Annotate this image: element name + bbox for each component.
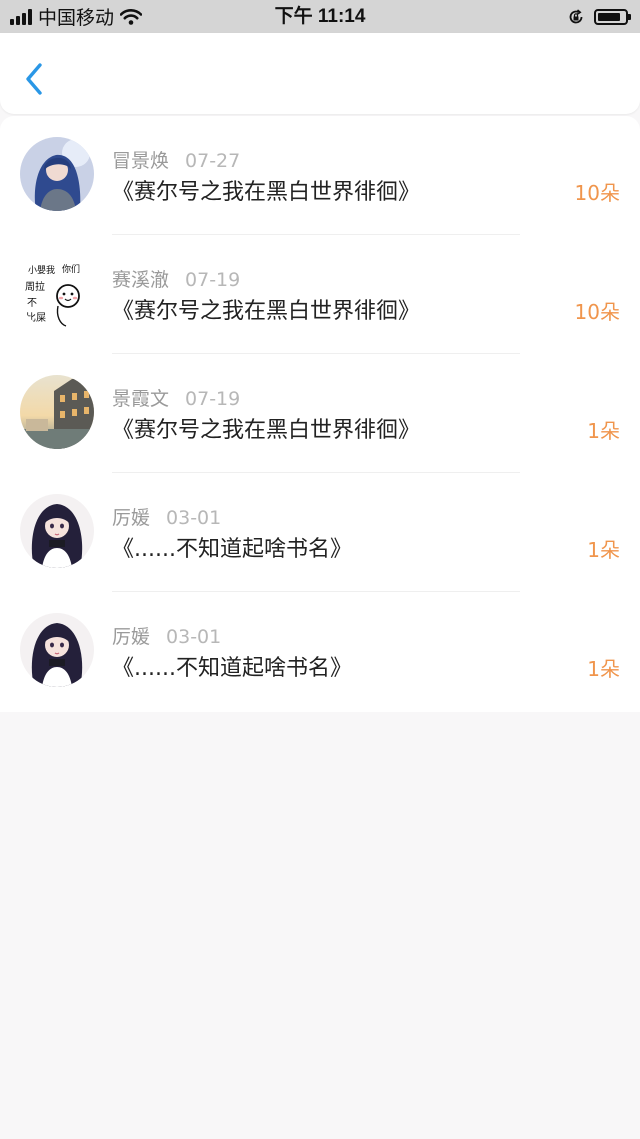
sender-name: 赛溪澈: [112, 269, 170, 291]
flower-amount: 1朵: [587, 419, 620, 443]
flower-amount: 10朵: [574, 181, 620, 205]
avatar-text-5: 比屎: [26, 312, 46, 324]
avatar-text-1: 小嬰我: [28, 265, 55, 276]
gift-date: 03-01: [166, 507, 222, 529]
avatar[interactable]: 小嬰我 你们 周拉 不 比屎: [20, 256, 94, 330]
status-bar: 中国移动 下午 11:14: [0, 0, 640, 33]
gift-date: 07-27: [185, 150, 241, 172]
avatar-text-2: 你们: [62, 263, 80, 275]
book-title: 《......不知道起啥书名》: [112, 537, 352, 562]
sender-meta: 赛溪澈 07-19: [112, 265, 240, 292]
avatar-text-3: 周拉: [25, 280, 45, 293]
orientation-lock-icon: [569, 8, 583, 23]
flower-amount: 1朵: [587, 657, 620, 681]
flower-amount: 1朵: [587, 538, 620, 562]
sender-meta: 冒景焕 07-27: [112, 146, 240, 173]
book-title: 《......不知道起啥书名》: [112, 656, 352, 681]
battery-icon: [594, 8, 631, 25]
list-item[interactable]: 厉媛 03-01 《......不知道起啥书名》 1朵: [0, 592, 640, 711]
sender-meta: 景霞文 07-19: [112, 384, 240, 411]
avatar[interactable]: [20, 613, 94, 687]
chevron-left-icon[interactable]: [18, 59, 54, 99]
list-item[interactable]: 冒景焕 07-27 《赛尔号之我在黑白世界徘徊》 10朵: [0, 116, 640, 235]
status-time: 下午 11:14: [274, 6, 366, 27]
flower-amount: 10朵: [574, 300, 620, 324]
book-title: 《赛尔号之我在黑白世界徘徊》: [112, 299, 421, 324]
list-item[interactable]: 小嬰我 你们 周拉 不 比屎 赛溪澈 07-19 《赛尔号之我在黑白世界徘徊》 1…: [0, 235, 640, 354]
sender-name: 冒景焕: [112, 150, 170, 172]
status-right: [568, 0, 631, 33]
sender-meta: 厉媛 03-01: [112, 503, 221, 530]
sender-name: 景霞文: [112, 388, 170, 410]
avatar[interactable]: [20, 494, 94, 568]
avatar[interactable]: [20, 375, 94, 449]
sender-meta: 厉媛 03-01: [112, 622, 221, 649]
sender-name: 厉媛: [112, 507, 151, 529]
gift-list: 冒景焕 07-27 《赛尔号之我在黑白世界徘徊》 10朵 小嬰我 你们 周拉 不 …: [0, 116, 640, 712]
avatar[interactable]: [20, 137, 94, 211]
gift-date: 07-19: [185, 388, 241, 410]
gift-date: 07-19: [185, 269, 241, 291]
sender-name: 厉媛: [112, 626, 151, 648]
list-item[interactable]: 景霞文 07-19 《赛尔号之我在黑白世界徘徊》 1朵: [0, 354, 640, 473]
gift-date: 03-01: [166, 626, 222, 648]
book-title: 《赛尔号之我在黑白世界徘徊》: [112, 180, 421, 205]
avatar-text-4: 不: [27, 298, 37, 309]
nav-bar: [0, 33, 640, 114]
list-item[interactable]: 厉媛 03-01 《......不知道起啥书名》 1朵: [0, 473, 640, 592]
book-title: 《赛尔号之我在黑白世界徘徊》: [112, 418, 421, 443]
